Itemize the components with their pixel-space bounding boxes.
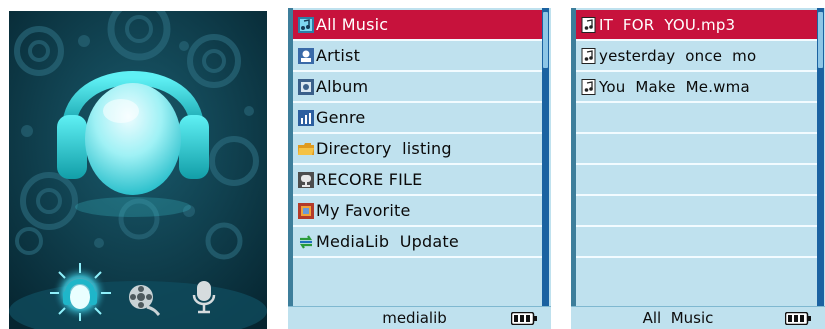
status-title: All Music [642,309,714,327]
scrollbar[interactable] [542,8,549,307]
battery-icon [785,312,811,325]
menu-item-album[interactable]: Album [293,72,542,103]
menu-item-genre[interactable]: Genre [293,103,542,134]
empty-row [576,227,817,258]
medialib-list: All Music Artist Album Genre Directory l… [293,10,542,258]
favorite-icon [298,202,314,219]
track-label: You Make Me.wma [599,77,750,96]
genre-icon [298,109,314,126]
microphone-icon[interactable] [189,277,219,317]
menu-item-my-favorite[interactable]: My Favorite [293,196,542,227]
status-bar: All Music [571,306,825,329]
menu-item-label: Directory listing [316,139,452,158]
menu-item-label: My Favorite [316,201,411,220]
empty-row [576,165,817,196]
menu-item-label: MediaLib Update [316,232,459,251]
music-library-icon [298,16,314,33]
record-icon [298,171,314,188]
menu-item-all-music[interactable]: All Music [293,10,542,41]
artist-icon [298,47,314,64]
track-label: yesterday once mo [599,46,757,65]
music-file-icon [581,16,596,33]
music-icon[interactable] [45,261,115,321]
menu-item-label: RECORE FILE [316,170,423,189]
scrollbar[interactable] [817,8,824,307]
battery-icon [511,312,537,325]
scrollbar-thumb[interactable] [818,12,823,68]
menu-item-record-file[interactable]: RECORE FILE [293,165,542,196]
menu-item-artist[interactable]: Artist [293,41,542,72]
update-icon [299,234,313,249]
menu-item-label: All Music [316,15,389,34]
scrollbar-thumb[interactable] [543,12,548,68]
medialib-screen: All Music Artist Album Genre Directory l… [288,8,551,329]
menu-item-label: Genre [316,108,366,127]
track-item[interactable]: yesterday once mo [576,41,817,72]
home-screen [9,11,267,329]
folder-icon [298,142,314,155]
track-list: IT FOR YOU.mp3 yesterday once mo You Mak… [576,10,817,258]
music-file-icon [581,47,596,64]
empty-row [576,134,817,165]
empty-row [576,103,817,134]
all-music-screen: IT FOR YOU.mp3 yesterday once mo You Mak… [571,8,825,329]
movie-icon[interactable] [121,277,161,317]
track-label: IT FOR YOU.mp3 [599,15,736,34]
menu-item-label: Album [316,77,369,96]
status-bar: medialib [288,306,551,329]
menu-item-label: Artist [316,46,361,65]
menu-item-directory-listing[interactable]: Directory listing [293,134,542,165]
music-file-icon [581,78,596,95]
track-item[interactable]: IT FOR YOU.mp3 [576,10,817,41]
album-icon [298,78,314,95]
menu-item-medialib-update[interactable]: MediaLib Update [293,227,542,258]
status-title: medialib [382,309,447,327]
empty-row [576,196,817,227]
track-item[interactable]: You Make Me.wma [576,72,817,103]
